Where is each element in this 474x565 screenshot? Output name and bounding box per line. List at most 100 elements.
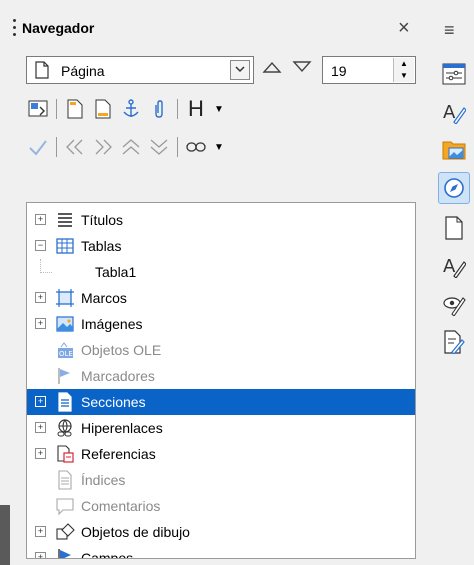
page-number-spinbox[interactable]: 19 ▲ ▼ [322,56,416,84]
toggle-icon[interactable] [26,97,50,121]
expand-icon[interactable]: + [35,318,46,329]
navigator-toolbar-1: H ▼ [26,96,224,122]
panel-title: Navegador [22,20,95,36]
hyperlink-icon [57,419,72,437]
promote-level-icon[interactable] [119,135,143,159]
comment-icon [56,498,74,516]
tree-item-label: Marcadores [81,368,155,384]
anchor-icon[interactable] [119,97,143,121]
tree-connector [40,272,52,273]
demote-chapter-icon[interactable] [91,135,115,159]
page-icon[interactable] [438,212,470,244]
bookmark-icon [58,368,70,384]
expand-icon[interactable]: + [35,422,46,433]
navigator-toolbar-2: ▼ [26,134,224,160]
header-icon[interactable] [63,97,87,121]
tree-item-campos[interactable]: + Campos [27,545,415,559]
increment-button[interactable]: ▲ [394,58,414,70]
tree-item-label: Imágenes [81,316,143,332]
navigate-by-value: Página [61,63,105,79]
tree-item-tablas[interactable]: − Tablas [27,233,415,259]
tree-item-label: Comentarios [81,498,161,514]
tree-item-label: Secciones [81,394,146,410]
headings-icon [58,213,72,227]
expand-icon[interactable]: + [35,526,46,537]
styles-icon[interactable]: A [438,96,470,128]
tree-item-objetos-de-dibujo[interactable]: + Objetos de dibujo [27,519,415,545]
promote-chapter-icon[interactable] [63,135,87,159]
tree-item-label: Objetos de dibujo [81,524,190,540]
chevron-down-icon[interactable] [230,60,250,80]
expand-icon[interactable]: + [35,396,46,407]
style-inspector-icon[interactable]: A [438,250,470,282]
svg-text:A: A [443,256,456,277]
manage-changes-icon[interactable] [438,288,470,320]
field-icon [58,549,71,558]
reference-icon [57,445,74,463]
tree-item-objetos-ole[interactable]: OLE Objetos OLE [27,337,415,363]
tree-item-label: Tabla1 [95,264,137,280]
expand-icon[interactable]: + [35,448,46,459]
navigator-panel: Navegador × Página 19 ▲ ▼ H ▼ ▼ + Título… [0,0,434,565]
svg-text:A: A [443,102,456,123]
attachment-icon[interactable] [147,97,171,121]
chevron-down-icon[interactable]: ▼ [214,104,224,115]
tree-item-comentarios[interactable]: Comentarios [27,493,415,519]
footer-icon[interactable] [91,97,115,121]
tree-item-label: Hiperenlaces [81,420,163,436]
expand-icon[interactable]: + [35,214,46,225]
tree-item-referencias[interactable]: + Referencias [27,441,415,467]
demote-level-icon[interactable] [147,135,171,159]
tree-item-label: Campos [81,550,134,559]
svg-text:OLE: OLE [59,350,73,358]
sidebar-menu-icon[interactable]: ≡ [444,20,455,41]
tree-item-label: Títulos [81,212,124,228]
drawing-object-icon [56,523,75,540]
drag-handle-icon[interactable] [13,19,16,37]
next-button[interactable] [292,60,312,79]
navigator-icon[interactable] [438,172,470,204]
table-icon [56,238,74,254]
close-button[interactable]: × [398,17,410,40]
page-icon [35,61,49,79]
collapse-icon[interactable]: − [35,240,46,251]
design-icon[interactable] [438,326,470,358]
tree-item-secciones[interactable]: + Secciones [27,389,415,415]
tree-item-hiperenlaces[interactable]: + Hiperenlaces [27,415,415,441]
chevron-down-icon[interactable]: ▼ [214,142,224,153]
link-icon[interactable] [184,135,208,159]
section-icon [58,392,72,412]
toolbar-separator [56,99,57,119]
toolbar-separator [177,137,178,157]
expand-icon[interactable]: + [35,552,46,558]
tree-connector [40,259,42,273]
frame-icon [56,289,74,307]
ole-icon: OLE [58,342,73,358]
tree-item-tabla1[interactable]: Tabla1 [27,259,415,285]
expand-icon[interactable]: + [35,292,46,303]
page-number-value: 19 [331,63,347,79]
tree-item-label: Índices [81,472,126,488]
title-bar: Navegador × [0,0,434,44]
navigate-by-select[interactable]: Página [26,56,254,84]
check-icon[interactable] [26,135,50,159]
toolbar-separator [56,137,57,157]
toolbar-separator [177,99,178,119]
content-tree[interactable]: + Títulos − Tablas Tabla1 + Marcos + Imá… [26,202,416,559]
tree-item-label: Marcos [81,290,127,306]
image-icon [56,316,74,332]
tree-item-imagenes[interactable]: + Imágenes [27,311,415,337]
tree-item-label: Tablas [81,238,122,254]
tree-item-marcadores[interactable]: Marcadores [27,363,415,389]
tree-item-label: Objetos OLE [81,342,162,358]
previous-button[interactable] [262,60,282,79]
splitter-handle[interactable] [0,505,10,565]
tree-item-marcos[interactable]: + Marcos [27,285,415,311]
tree-item-titulos[interactable]: + Títulos [27,207,415,233]
gallery-icon[interactable] [438,134,470,166]
decrement-button[interactable]: ▼ [394,70,414,82]
index-icon [58,470,72,490]
tree-item-indices[interactable]: Índices [27,467,415,493]
heading-icon[interactable]: H [184,96,208,121]
properties-icon[interactable] [438,58,470,90]
